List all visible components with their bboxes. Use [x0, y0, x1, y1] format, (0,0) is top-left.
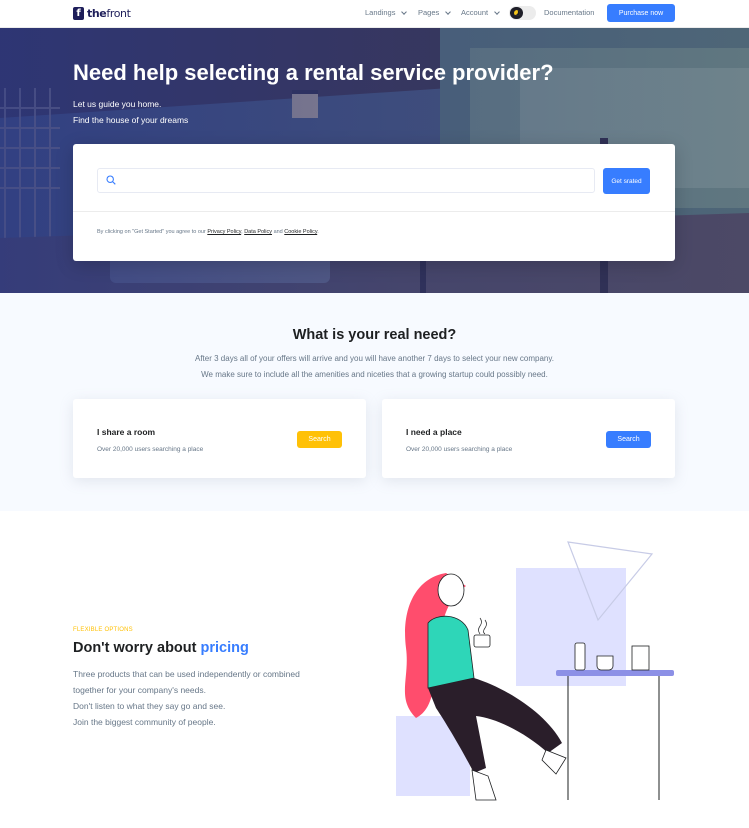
toggle-knob — [510, 7, 523, 19]
option-title: I need a place — [406, 427, 462, 437]
pricing-title-prefix: Don't worry about — [73, 640, 197, 656]
logo-text-bold: the — [87, 6, 107, 20]
option-title: I share a room — [97, 427, 156, 437]
pricing-title: Don't worry about pricing — [73, 640, 249, 656]
purchase-button[interactable]: Purchase now — [607, 4, 675, 22]
pricing-text-line: Join the biggest community of people. — [73, 717, 216, 727]
get-started-button[interactable]: Get srated — [603, 168, 650, 194]
logo-mark: f — [73, 6, 84, 20]
chevron-down-icon — [401, 8, 408, 15]
nav-pages[interactable]: Pages — [418, 8, 452, 17]
search-button[interactable]: Search — [297, 431, 342, 448]
pricing-text-line: together for your company's needs. — [73, 685, 206, 695]
section-description-2: We make sure to include all the amenitie… — [201, 370, 548, 379]
eyebrow-label: Flexible options — [73, 627, 133, 633]
pricing-text-line: Don't listen to what they say go and see… — [73, 701, 226, 711]
option-card-need-place: I need a place Over 20,000 users searchi… — [382, 399, 675, 478]
privacy-policy-link[interactable]: Privacy Policy — [207, 229, 241, 235]
pricing-text-line: Three products that can be used independ… — [73, 669, 300, 679]
hero-subtitle: Let us guide you home. — [73, 99, 162, 109]
option-card-share-room: I share a room Over 20,000 users searchi… — [73, 399, 366, 478]
logo-text-rest: front — [106, 6, 131, 20]
search-card: Get srated By clicking on "Get Started" … — [73, 144, 675, 261]
nav-landings[interactable]: Landings — [365, 8, 408, 17]
logo[interactable]: f thefront — [73, 6, 131, 20]
data-policy-link[interactable]: Data Policy — [244, 229, 272, 235]
moon-icon — [513, 10, 520, 16]
nav-account-label: Account — [461, 8, 489, 17]
navbar: f thefront Landings Pages Account Docume… — [0, 0, 749, 28]
nav-documentation[interactable]: Documentation — [544, 8, 594, 17]
search-button[interactable]: Search — [606, 431, 651, 448]
pricing-title-highlight: pricing — [200, 640, 249, 656]
section-title: What is your real need? — [292, 327, 457, 343]
legal-prefix: By clicking on "Get Started" you agree t… — [97, 229, 206, 235]
woman-with-coffee-illustration — [396, 541, 674, 801]
search-icon — [106, 175, 116, 185]
needs-section: What is your real need? After 3 days all… — [0, 293, 749, 511]
chevron-down-icon — [445, 8, 452, 15]
theme-toggle[interactable] — [509, 6, 536, 20]
chevron-down-icon — [494, 8, 500, 15]
nav-pages-label: Pages — [418, 8, 440, 17]
hero-title: Need help selecting a rental service pro… — [73, 60, 554, 85]
nav-landings-label: Landings — [365, 8, 396, 17]
cookie-policy-link[interactable]: Cookie Policy — [284, 229, 317, 235]
section-description: After 3 days all of your offers will arr… — [195, 354, 554, 363]
search-input[interactable] — [124, 173, 584, 189]
legal-and: and — [273, 229, 283, 235]
search-field[interactable] — [97, 168, 595, 193]
hero-subtitle-2: Find the house of your dreams — [73, 115, 189, 125]
option-subtitle: Over 20,000 users searching a place — [97, 446, 204, 453]
nav-account[interactable]: Account — [461, 8, 500, 17]
logo-text: thefront — [87, 7, 131, 20]
divider — [73, 211, 675, 212]
legal-text: By clicking on "Get Started" you agree t… — [97, 229, 319, 235]
option-subtitle: Over 20,000 users searching a place — [406, 446, 513, 453]
